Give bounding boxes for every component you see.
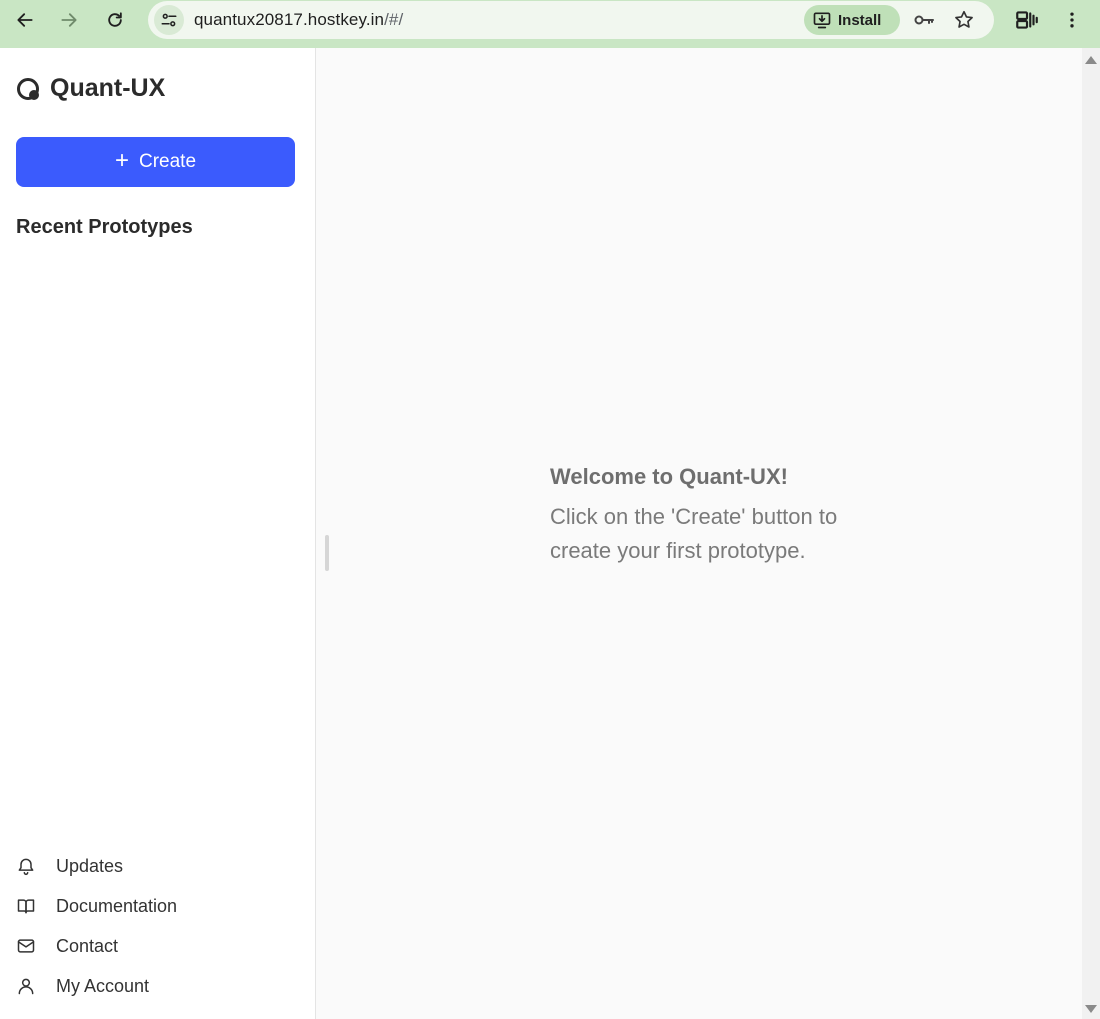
nav-item-label: Updates [56,855,124,876]
tune-icon [161,13,177,27]
reload-icon [108,12,122,27]
page-scrollbar[interactable] [1082,48,1100,1019]
sidebar: Quant-UX + Create Recent Prototypes Upda… [0,48,316,1019]
user-icon [18,978,34,995]
password-key-button[interactable] [912,8,936,32]
nav-item-label: Contact [56,935,119,956]
mail-icon [17,939,35,953]
quant-ux-logo-icon [17,77,39,100]
key-icon [914,15,934,25]
install-icon [813,12,831,29]
star-icon [955,10,973,28]
app-name: Quant-UX [50,74,166,102]
welcome-message: Welcome to Quant-UX! Click on the 'Creat… [550,464,850,568]
address-bar[interactable]: quantux20817.hostkey.in/#/ Install [148,1,994,39]
nav-item-documentation[interactable]: Documentation [16,886,296,926]
url-path: /#/ [384,10,404,29]
extension-button[interactable] [1013,6,1041,34]
nav-item-label: My Account [56,975,150,996]
plus-icon: + [114,146,129,174]
install-button[interactable]: Install [804,5,900,35]
create-label: Create [138,151,197,172]
bookmark-star-button[interactable] [952,8,976,32]
arrow-left-icon [17,13,33,27]
scroll-up-arrow-icon[interactable] [1085,56,1097,64]
more-vertical-icon [1070,12,1074,28]
book-icon [17,899,35,914]
welcome-title: Welcome to Quant-UX! [550,464,788,489]
back-button[interactable] [11,6,39,34]
nav-item-label: Documentation [56,895,178,916]
nav-item-my-account[interactable]: My Account [16,966,296,1006]
reload-button[interactable] [101,6,129,34]
footer-nav: Updates Documentation Contact My Account [16,846,296,1006]
create-button[interactable]: + Create [16,137,295,187]
forward-button[interactable] [55,6,83,34]
browser-menu-button[interactable] [1058,6,1086,34]
nav-item-contact[interactable]: Contact [16,926,296,966]
url-host: quantux20817.hostkey.in [194,10,385,29]
scroll-down-arrow-icon[interactable] [1085,1005,1097,1013]
welcome-text: Click on the 'Create' button to create y… [550,504,838,563]
nav-item-updates[interactable]: Updates [16,846,296,886]
bell-icon [18,858,34,876]
app-logo[interactable]: Quant-UX [16,74,165,103]
arrow-right-icon [61,13,77,27]
browser-toolbar: quantux20817.hostkey.in/#/ Install [0,0,1100,48]
site-info-button[interactable] [154,5,184,35]
install-label: Install [838,11,882,29]
extension-icon [1016,11,1038,29]
sidebar-resize-handle[interactable] [325,535,329,571]
main-content: Welcome to Quant-UX! Click on the 'Creat… [316,48,1082,1019]
url-text[interactable]: quantux20817.hostkey.in/#/ [194,10,403,30]
recent-prototypes-heading: Recent Prototypes [16,216,193,238]
